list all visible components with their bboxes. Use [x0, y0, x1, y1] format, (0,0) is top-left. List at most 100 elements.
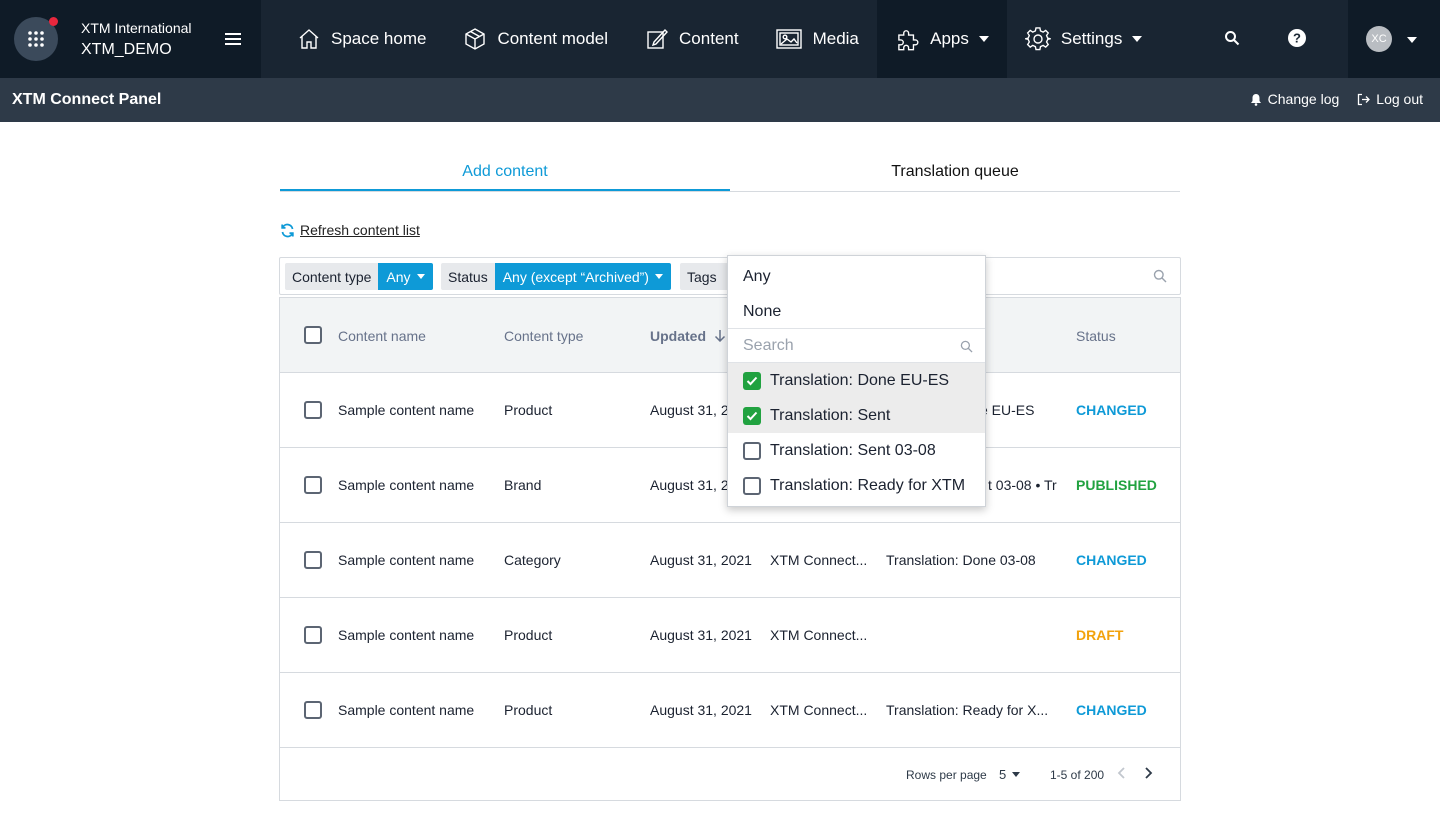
chevron-down-icon: [1407, 37, 1417, 43]
cell-type: Product: [504, 402, 553, 418]
rows-per-page-select[interactable]: 5: [999, 767, 1021, 782]
nav-settings[interactable]: Settings: [1007, 0, 1147, 78]
tab-bar: Add content Translation queue: [280, 152, 1180, 192]
app-title: XTM Connect Panel: [12, 91, 162, 108]
image-icon: [775, 29, 802, 49]
table-row[interactable]: Sample content name Category August 31, …: [280, 523, 1180, 598]
dropdown-option-any[interactable]: Any: [743, 268, 771, 286]
nav-media[interactable]: Media: [775, 0, 859, 78]
nav-apps[interactable]: Apps: [876, 0, 1007, 78]
filter-value-text: Any: [386, 268, 411, 285]
nav-space-home[interactable]: Space home: [297, 0, 426, 78]
column-header-status[interactable]: Status: [1076, 328, 1116, 344]
logout-icon: [1358, 93, 1371, 105]
checkbox-icon[interactable]: [743, 441, 761, 460]
table-row[interactable]: Sample content name Product August 31, 2…: [280, 673, 1180, 748]
nav-apps-label: Apps: [930, 29, 969, 48]
checkbox-checked-icon[interactable]: [743, 406, 761, 425]
notification-dot: [49, 17, 58, 26]
cell-tags: Translation: Done 03-08: [886, 552, 1036, 568]
row-checkbox[interactable]: [304, 401, 322, 419]
refresh-label: Refresh content list: [300, 222, 420, 238]
changelog-link[interactable]: Change log: [1250, 91, 1339, 107]
logout-label: Log out: [1376, 91, 1423, 107]
cell-type: Category: [504, 552, 561, 568]
filter-value[interactable]: Any: [378, 263, 433, 290]
row-checkbox[interactable]: [304, 626, 322, 644]
tag-option[interactable]: Translation: Sent: [728, 398, 985, 433]
cell-updated: August 31, 2021: [650, 702, 752, 718]
search-icon[interactable]: [1224, 30, 1240, 51]
checkbox-icon[interactable]: [743, 476, 761, 495]
status-badge: CHANGED: [1076, 552, 1147, 568]
app-header: XTM Connect Panel Change log Log out: [0, 78, 1440, 122]
nav-content-model[interactable]: Content model: [463, 0, 608, 78]
top-navigation: XTM International XTM_DEMO Space home Co…: [0, 0, 1440, 78]
chevron-left-icon[interactable]: [1116, 766, 1128, 783]
filter-content-type[interactable]: Content type Any: [285, 263, 433, 290]
cell-name: Sample content name: [338, 552, 475, 568]
edit-icon: [647, 28, 669, 49]
cell-by: XTM Connect...: [770, 552, 868, 568]
gear-icon: [1024, 27, 1051, 51]
menu-icon[interactable]: [224, 30, 242, 48]
cell-name: Sample content name: [338, 477, 475, 493]
tag-option[interactable]: Translation: Sent 03-08: [728, 433, 985, 468]
column-header-type[interactable]: Content type: [504, 328, 583, 344]
home-icon: [299, 29, 319, 49]
tags-dropdown: Any None Search Translation: Done EU-ES …: [727, 255, 986, 507]
row-checkbox[interactable]: [304, 476, 322, 494]
row-checkbox[interactable]: [304, 551, 322, 569]
tab-add-content[interactable]: Add content: [280, 152, 730, 191]
cell-updated: August 31, 2021: [650, 552, 752, 568]
row-checkbox[interactable]: [304, 701, 322, 719]
tag-option[interactable]: Translation: Done EU-ES: [728, 363, 985, 398]
filter-value[interactable]: Any (except “Archived”): [494, 263, 671, 290]
help-icon[interactable]: ?: [1288, 29, 1306, 52]
cell-by: XTM Connect...: [770, 627, 868, 643]
chevron-right-icon[interactable]: [1142, 766, 1154, 783]
filter-status[interactable]: Status Any (except “Archived”): [441, 263, 671, 290]
status-badge: PUBLISHED: [1076, 477, 1157, 493]
org-name: XTM International: [81, 20, 192, 36]
tab-translation-queue[interactable]: Translation queue: [730, 152, 1180, 191]
select-all-checkbox[interactable]: [304, 326, 322, 344]
tag-option-label: Translation: Ready for XTM: [770, 476, 966, 494]
cell-name: Sample content name: [338, 627, 475, 643]
tag-option[interactable]: Translation: Ready for XTM: [728, 468, 985, 503]
column-header-updated[interactable]: Updated: [650, 328, 726, 344]
refresh-icon: [281, 223, 294, 237]
search-input[interactable]: Search: [743, 337, 794, 355]
table-row[interactable]: Sample content name Product August 31, 2…: [280, 598, 1180, 673]
column-header-updated-label: Updated: [650, 328, 706, 344]
cell-name: Sample content name: [338, 402, 475, 418]
cell-tags: Translation: Ready for X...: [886, 702, 1049, 718]
filter-label: Status: [441, 263, 495, 290]
tag-option-label: Translation: Sent: [770, 406, 891, 424]
bell-icon: [1250, 93, 1261, 106]
cell-type: Brand: [504, 477, 542, 493]
dropdown-option-none[interactable]: None: [743, 303, 781, 321]
status-badge: CHANGED: [1076, 702, 1147, 718]
search-icon[interactable]: [1153, 269, 1167, 288]
logout-link[interactable]: Log out: [1357, 91, 1423, 107]
cell-by: XTM Connect...: [770, 702, 868, 718]
org-switcher[interactable]: XTM International XTM_DEMO: [0, 0, 261, 78]
refresh-button[interactable]: Refresh content list: [280, 222, 420, 238]
rows-per-page-label: Rows per page: [906, 768, 987, 782]
table-pagination: Rows per page 5 1-5 of 200: [280, 748, 1180, 800]
nav-media-label: Media: [812, 29, 859, 48]
chevron-down-icon: [978, 36, 989, 42]
checkbox-checked-icon[interactable]: [743, 371, 761, 390]
cube-icon: [465, 28, 486, 50]
user-menu[interactable]: XC: [1348, 0, 1440, 78]
nav-content-label: Content: [679, 29, 739, 48]
column-header-name[interactable]: Content name: [338, 328, 426, 344]
status-badge: CHANGED: [1076, 402, 1147, 418]
filter-label: Content type: [285, 263, 379, 290]
cell-type: Product: [504, 702, 553, 718]
arrow-down-icon: [714, 330, 725, 343]
dropdown-search[interactable]: Search: [728, 328, 985, 363]
cell-tags: e EU-ES: [980, 402, 1035, 418]
nav-content[interactable]: Content: [645, 0, 739, 78]
